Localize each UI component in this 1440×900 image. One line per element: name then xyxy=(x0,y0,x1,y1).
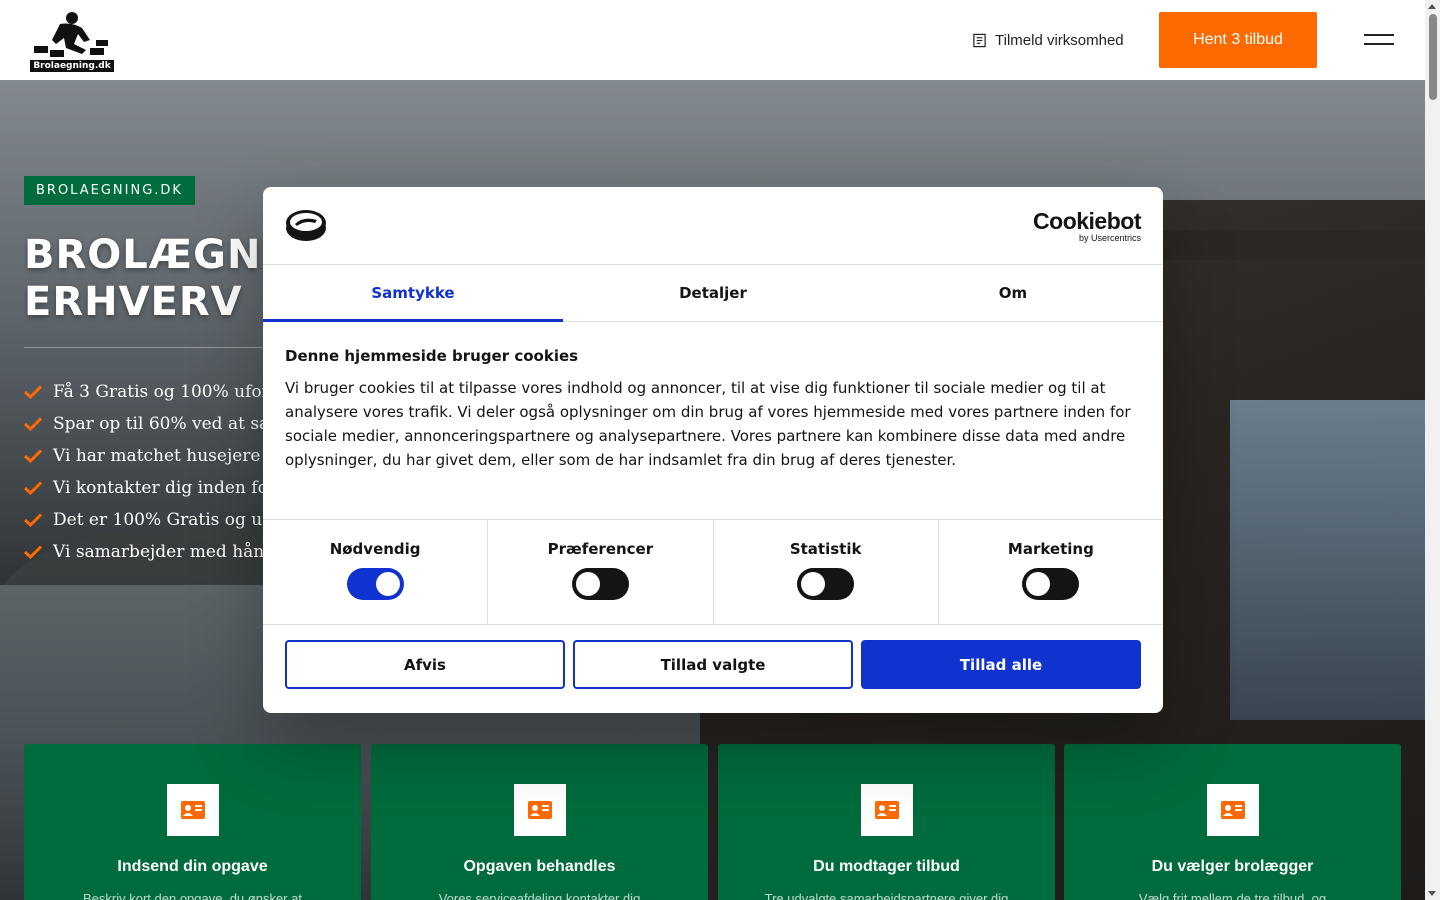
signup-company-link[interactable]: Tilmeld virksomhed xyxy=(972,28,1124,52)
dialog-text: Vi bruger cookies til at tilpasse vores … xyxy=(285,379,1131,469)
switch-knob xyxy=(375,572,400,596)
step-card: Indsend din opgave Beskriv kort den opga… xyxy=(24,744,361,900)
dialog-heading: Denne hjemmeside bruger cookies xyxy=(285,347,579,365)
contact-card-icon xyxy=(513,784,566,836)
page-scrollbar[interactable] xyxy=(1425,0,1440,900)
toggle-label: Statistik xyxy=(789,540,862,558)
bullet-text: Det er 100% Gratis og uforpligtende xyxy=(53,510,264,530)
toggle-label: Marketing xyxy=(1007,540,1094,558)
step-description: Beskriv kort den opgave, du ønsker at xyxy=(83,891,302,900)
step-title: Opgaven behandles xyxy=(463,858,616,875)
hero-title-line-1: BROLÆGNING xyxy=(24,232,284,278)
hero-title: BROLÆGNING ERHVERV xyxy=(24,232,284,332)
tab-about[interactable]: Om xyxy=(863,265,1163,321)
step-card: Opgaven behandles Vores serviceafdeling … xyxy=(371,744,708,900)
allow-all-button[interactable]: Tillad alle xyxy=(861,640,1141,689)
allow-selected-button[interactable]: Tillad valgte xyxy=(573,640,853,689)
toggle-label: Nødvendig xyxy=(329,540,421,558)
check-icon xyxy=(24,385,42,399)
site-header: Brolaegning.dk Tilmeld virksomhed Hent 3… xyxy=(0,0,1425,80)
dialog-tabs: Samtykke Detaljer Om xyxy=(263,265,1163,322)
tab-details[interactable]: Detaljer xyxy=(563,265,863,321)
menu-icon[interactable] xyxy=(1364,32,1396,48)
preferences-switch[interactable] xyxy=(571,568,629,600)
check-icon xyxy=(24,513,42,527)
scroll-up-arrow-icon[interactable] xyxy=(1428,4,1436,9)
cookiebot-brand[interactable]: Cookiebot by Usercentrics xyxy=(1023,209,1141,243)
paver-worker-icon xyxy=(34,12,108,57)
hero-title-line-2: ERHVERV xyxy=(24,279,243,325)
marketing-switch[interactable] xyxy=(1022,568,1080,600)
bullet-item: Vi samarbejder med håndværkere xyxy=(24,536,264,568)
switch-knob xyxy=(801,572,826,596)
logo-text: Brolaegning.dk xyxy=(30,60,114,72)
switch-knob xyxy=(1026,572,1051,596)
step-title: Indsend din opgave xyxy=(117,858,268,875)
step-title: Du vælger brolægger xyxy=(1151,858,1314,875)
bullet-text: Vi kontakter dig inden for 24 timer xyxy=(53,478,264,498)
dialog-header: Cookiebot by Usercentrics xyxy=(263,187,1163,265)
statistics-switch[interactable] xyxy=(797,568,855,600)
bullet-text: Få 3 Gratis og 100% uforpligtende tilbud xyxy=(53,382,264,402)
toggle-label: Præferencer xyxy=(547,540,654,558)
bullet-item: Spar op til 60% ved at sammenligne xyxy=(24,408,264,440)
bullet-text: Vi har matchet husejere og brolæggere xyxy=(53,446,264,466)
consent-toggles: Nødvendig Præferencer Statistik Marketin… xyxy=(263,519,1163,625)
scroll-thumb[interactable] xyxy=(1429,14,1437,100)
toggle-marketing: Marketing xyxy=(939,520,1163,624)
toggle-necessary: Nødvendig xyxy=(263,520,489,624)
necessary-switch[interactable] xyxy=(346,568,404,600)
step-description: Vælg frit mellem de tre tilbud, og xyxy=(1138,891,1327,900)
step-title: Du modtager tilbud xyxy=(813,858,960,875)
toggle-statistics: Statistik xyxy=(714,520,939,624)
check-icon xyxy=(24,481,42,495)
hero-badge: BROLAEGNING.DK xyxy=(24,176,195,205)
bullet-item: Det er 100% Gratis og uforpligtende xyxy=(24,504,264,536)
contact-card-icon xyxy=(860,784,913,836)
contact-card-icon xyxy=(166,784,219,836)
bullet-item: Vi har matchet husejere og brolæggere xyxy=(24,440,264,472)
dialog-body: Denne hjemmeside bruger cookies Vi bruge… xyxy=(285,347,1143,472)
cookie-logo-icon xyxy=(286,210,326,241)
signup-label: Tilmeld virksomhed xyxy=(995,31,1124,49)
contact-card-icon xyxy=(1206,784,1259,836)
step-card: Du vælger brolægger Vælg frit mellem de … xyxy=(1064,744,1401,900)
get-quotes-button[interactable]: Hent 3 tilbud xyxy=(1159,12,1317,68)
document-icon xyxy=(973,33,986,47)
toggle-preferences: Præferencer xyxy=(488,520,714,624)
hero-window xyxy=(1230,400,1425,720)
hero-divider xyxy=(24,347,264,348)
bullet-text: Vi samarbejder med håndværkere xyxy=(53,542,264,562)
cookie-consent-dialog: Cookiebot by Usercentrics Samtykke Detal… xyxy=(263,187,1163,713)
check-icon xyxy=(24,417,42,431)
hero-bullet-list: Få 3 Gratis og 100% uforpligtende tilbud… xyxy=(24,376,264,568)
check-icon xyxy=(24,545,42,559)
bullet-item: Vi kontakter dig inden for 24 timer xyxy=(24,472,264,504)
reject-button[interactable]: Afvis xyxy=(285,640,565,689)
cookiebot-brand-sub: by Usercentrics xyxy=(1078,233,1141,243)
switch-knob xyxy=(575,572,600,596)
dialog-buttons: Afvis Tillad valgte Tillad alle xyxy=(285,640,1141,690)
cookiebot-brand-name: Cookiebot xyxy=(1033,208,1141,234)
bullet-text: Spar op til 60% ved at sammenligne xyxy=(53,414,264,434)
tab-consent[interactable]: Samtykke xyxy=(263,265,563,322)
step-description: Tre udvalgte samarbejdspartnere giver di… xyxy=(764,891,1009,900)
scroll-down-arrow-icon[interactable] xyxy=(1428,891,1436,896)
check-icon xyxy=(24,449,42,463)
step-description: Vores serviceafdeling kontakter dig xyxy=(438,891,641,900)
bullet-item: Få 3 Gratis og 100% uforpligtende tilbud xyxy=(24,376,264,408)
step-card: Du modtager tilbud Tre udvalgte samarbej… xyxy=(718,744,1055,900)
site-logo[interactable]: Brolaegning.dk xyxy=(30,10,114,72)
